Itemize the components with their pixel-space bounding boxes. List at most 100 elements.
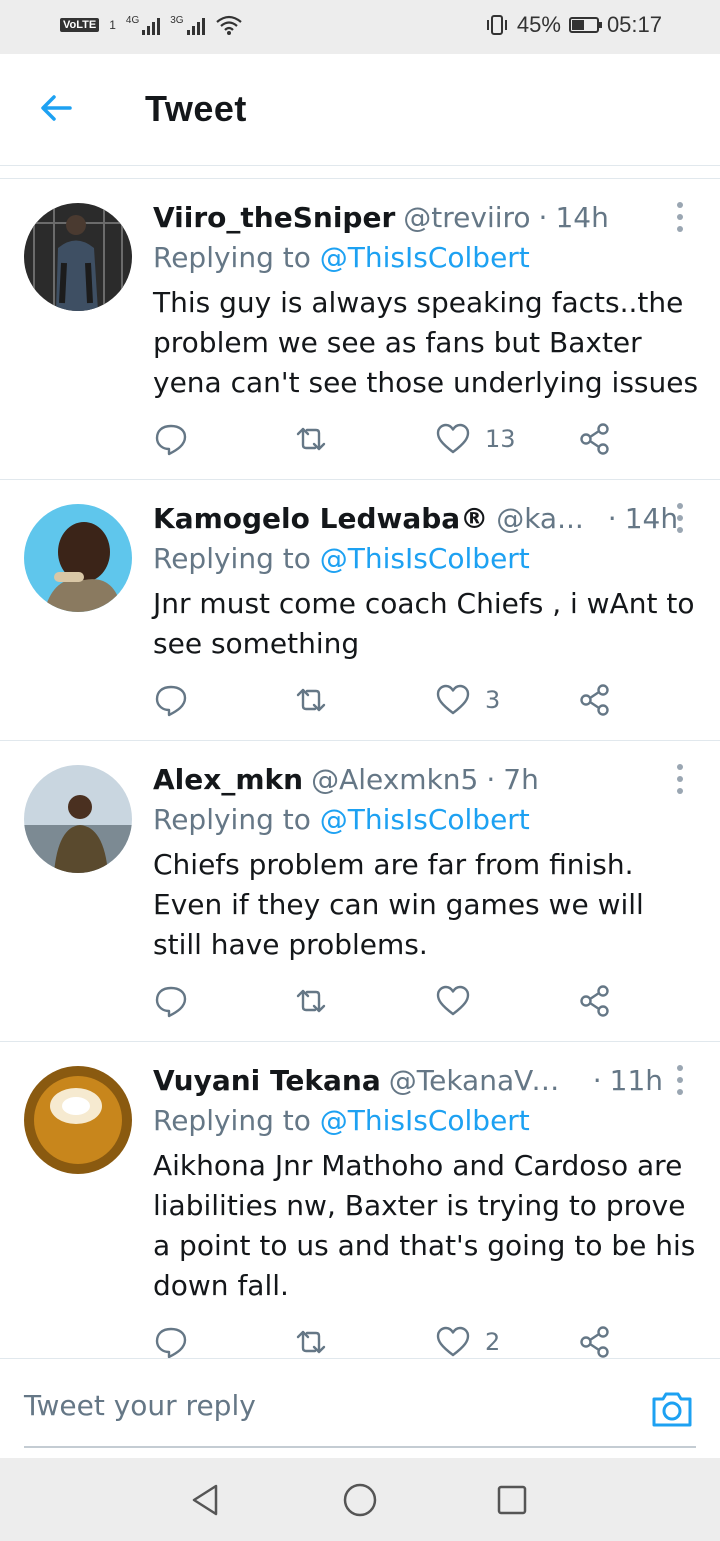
avatar[interactable] bbox=[24, 504, 132, 612]
battery-icon bbox=[568, 17, 602, 33]
retweet-button[interactable] bbox=[293, 981, 329, 1021]
author-handle[interactable]: @TekanaVu... bbox=[389, 1064, 569, 1097]
tweet-time[interactable]: 14h bbox=[555, 201, 608, 234]
share-icon bbox=[580, 1326, 609, 1358]
more-vertical-icon[interactable] bbox=[670, 1062, 690, 1098]
like-button[interactable] bbox=[435, 981, 485, 1021]
share-icon bbox=[580, 423, 609, 455]
tweet-actions: 13 bbox=[153, 419, 633, 459]
separator-dot: · bbox=[538, 200, 548, 234]
retweet-icon bbox=[296, 989, 326, 1013]
reply-input[interactable]: Tweet your reply bbox=[24, 1389, 256, 1422]
replying-to: Replying to @ThisIsColbert bbox=[153, 803, 530, 836]
signal-4g-icon: 4G bbox=[125, 15, 161, 35]
avatar[interactable] bbox=[24, 765, 132, 873]
like-count: 2 bbox=[485, 1328, 501, 1356]
author-name[interactable]: Viiro_theSniper bbox=[153, 201, 395, 234]
like-icon bbox=[436, 684, 470, 715]
mention-link[interactable]: @ThisIsColbert bbox=[320, 241, 530, 274]
like-button[interactable]: 13 bbox=[435, 419, 516, 459]
avatar[interactable] bbox=[24, 203, 132, 311]
replying-to: Replying to @ThisIsColbert bbox=[153, 1104, 530, 1137]
reply-icon bbox=[155, 424, 187, 456]
mention-link[interactable]: @ThisIsColbert bbox=[320, 803, 530, 836]
mention-link[interactable]: @ThisIsColbert bbox=[320, 1104, 530, 1137]
share-icon bbox=[580, 684, 609, 716]
tweet-actions bbox=[153, 981, 633, 1021]
more-vertical-icon[interactable] bbox=[670, 500, 690, 536]
clock: 05:17 bbox=[606, 12, 662, 37]
replying-to: Replying to @ThisIsColbert bbox=[153, 241, 530, 274]
signal-3g-icon: 3G bbox=[170, 15, 205, 35]
tweet-text: Aikhona Jnr Mathoho and Cardoso are liab… bbox=[153, 1149, 696, 1302]
replies-feed[interactable]: Viiro_theSniper @treviiro · 14h Replying… bbox=[0, 178, 720, 1358]
nav-home-icon[interactable] bbox=[340, 1480, 380, 1520]
more-vertical-icon[interactable] bbox=[670, 761, 690, 797]
retweet-button[interactable] bbox=[293, 680, 329, 720]
reply-composer: Tweet your reply bbox=[0, 1358, 720, 1458]
author-name[interactable]: Kamogelo Ledwaba® bbox=[153, 502, 488, 535]
like-icon bbox=[436, 423, 470, 454]
replying-to: Replying to @ThisIsColbert bbox=[153, 542, 530, 575]
reply-button[interactable] bbox=[153, 1322, 189, 1358]
replying-to-label: Replying to bbox=[153, 803, 320, 836]
reply-icon bbox=[155, 1327, 187, 1358]
battery-percentage: 45% bbox=[516, 12, 561, 37]
nav-back-icon[interactable] bbox=[186, 1480, 226, 1520]
share-button[interactable] bbox=[577, 1322, 613, 1358]
share-button[interactable] bbox=[577, 981, 613, 1021]
camera-icon[interactable] bbox=[650, 1387, 694, 1431]
reply-button[interactable] bbox=[153, 981, 189, 1021]
app-header: Tweet bbox=[0, 54, 720, 166]
like-button[interactable]: 2 bbox=[435, 1322, 500, 1358]
share-button[interactable] bbox=[577, 680, 613, 720]
reply-icon bbox=[155, 685, 187, 717]
tweet-time[interactable]: 7h bbox=[503, 763, 539, 796]
reply-button[interactable] bbox=[153, 680, 189, 720]
share-icon bbox=[580, 985, 609, 1017]
tweet-actions: 2 bbox=[153, 1322, 633, 1358]
retweet-icon bbox=[296, 1330, 326, 1354]
author-name[interactable]: Alex_mkn bbox=[153, 763, 303, 796]
tweet-item[interactable]: Kamogelo Ledwaba® @ka... · 14h Replying … bbox=[0, 480, 720, 741]
volte-badge: VoLTE bbox=[60, 18, 100, 32]
back-arrow-icon[interactable] bbox=[36, 88, 76, 128]
like-icon bbox=[436, 985, 470, 1016]
replying-to-label: Replying to bbox=[153, 542, 320, 575]
retweet-button[interactable] bbox=[293, 1322, 329, 1358]
tweet-text: Jnr must come coach Chiefs , i wAnt to s… bbox=[153, 587, 695, 660]
more-vertical-icon[interactable] bbox=[670, 199, 690, 235]
tweet-text: Chiefs problem are far from finish. Even… bbox=[153, 848, 644, 961]
retweet-icon bbox=[296, 427, 326, 451]
author-name[interactable]: Vuyani Tekana bbox=[153, 1064, 381, 1097]
mention-link[interactable]: @ThisIsColbert bbox=[320, 542, 530, 575]
reply-underline bbox=[24, 1446, 696, 1448]
signal-4g-label: 4G bbox=[125, 15, 140, 26]
wifi-icon bbox=[215, 15, 242, 35]
sim-indicator: 1 bbox=[109, 18, 116, 32]
like-button[interactable]: 3 bbox=[435, 680, 500, 720]
nav-recents-icon[interactable] bbox=[492, 1480, 532, 1520]
share-button[interactable] bbox=[577, 419, 613, 459]
status-bar: VoLTE 1 4G 3G 45% 05:17 bbox=[0, 0, 720, 54]
tweet-actions: 3 bbox=[153, 680, 633, 720]
retweet-button[interactable] bbox=[293, 419, 329, 459]
avatar[interactable] bbox=[24, 1066, 132, 1174]
like-icon bbox=[436, 1326, 470, 1357]
like-count: 3 bbox=[485, 686, 501, 714]
reply-button[interactable] bbox=[153, 419, 189, 459]
tweet-item[interactable]: Alex_mkn @Alexmkn5 · 7h Replying to @Thi… bbox=[0, 741, 720, 1042]
retweet-icon bbox=[296, 688, 326, 712]
page-title: Tweet bbox=[145, 88, 247, 129]
vibrate-icon bbox=[486, 15, 507, 35]
author-handle[interactable]: @treviiro bbox=[403, 201, 530, 234]
tweet-item[interactable]: Vuyani Tekana @TekanaVu... · 11h Replyin… bbox=[0, 1042, 720, 1358]
system-nav-bar bbox=[0, 1458, 720, 1541]
tweet-item[interactable]: Viiro_theSniper @treviiro · 14h Replying… bbox=[0, 179, 720, 480]
author-handle[interactable]: @ka... bbox=[496, 502, 584, 535]
author-handle[interactable]: @Alexmkn5 bbox=[311, 763, 478, 796]
tweet-time[interactable]: 11h bbox=[610, 1064, 663, 1097]
separator-dot: · bbox=[607, 501, 617, 535]
separator-dot: · bbox=[592, 1063, 602, 1097]
separator-dot: · bbox=[486, 762, 496, 796]
